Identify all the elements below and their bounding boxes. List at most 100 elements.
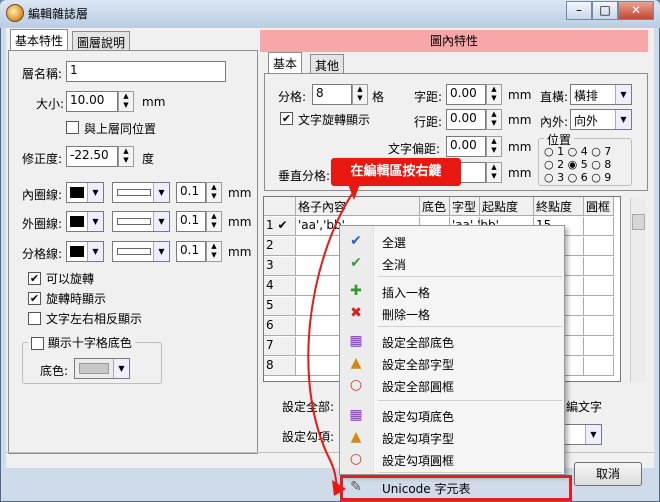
chevron-down-icon: ▼ <box>113 359 129 378</box>
char-spacing-spinner[interactable]: ▲ ▼ <box>486 84 502 105</box>
menu-item[interactable]: ✚ 插入一格 <box>340 280 564 302</box>
can-rotate-checkbox[interactable]: ✔ <box>28 272 41 285</box>
size-label: 大小: <box>36 97 65 111</box>
grid-scrollbar[interactable] <box>630 198 646 382</box>
divisions-input[interactable]: 8 <box>312 84 352 105</box>
inner-props-header: 圖內特性 <box>260 30 648 52</box>
size-unit: mm <box>142 95 166 109</box>
col-font[interactable]: 字型 <box>450 197 480 216</box>
cell-circle[interactable] <box>584 237 614 256</box>
menu-item[interactable]: ✔ 全消 <box>340 252 564 274</box>
check-all-icon: ✔ <box>350 233 362 249</box>
inner-unit: mm <box>228 186 252 200</box>
outer-line-style[interactable]: ▼ <box>112 211 170 232</box>
tab-other[interactable]: 其他 <box>310 54 345 74</box>
divider-line-style[interactable]: ▼ <box>112 241 170 262</box>
chevron-down-icon: ▼ <box>615 110 631 129</box>
cell-circle[interactable] <box>584 297 614 316</box>
layer-name-input[interactable]: 1 <box>66 61 226 82</box>
menu-item[interactable]: ▦ 設定勾項底色 <box>340 404 564 426</box>
divider-line-color[interactable]: ▼ <box>66 241 104 262</box>
col-bgcolor[interactable]: 底色 <box>420 197 450 216</box>
inner-line-color[interactable]: ▼ <box>66 182 104 203</box>
menu-item[interactable]: ✖ 刪除一格 <box>340 302 564 324</box>
bg-color-combo[interactable]: ▼ <box>74 358 130 379</box>
cell-circle[interactable] <box>584 257 614 276</box>
font-icon: ▲ <box>350 429 362 445</box>
set-checked-select[interactable]: ▼ <box>560 424 602 445</box>
menu-item[interactable]: ○ 設定勾項圓框 <box>340 448 564 470</box>
rotation-label: 修正度: <box>22 152 63 166</box>
inout-select[interactable]: 向外 ▼ <box>570 109 632 130</box>
outer-width-input[interactable]: 0.1 <box>176 211 206 232</box>
menu-separator <box>378 472 562 473</box>
cell-circle[interactable] <box>584 317 614 336</box>
line-spacing-input[interactable]: 0.00 <box>446 109 486 130</box>
inner-width-input[interactable]: 0.1 <box>176 182 206 203</box>
text-rotate-checkbox[interactable]: ✔ <box>280 112 293 125</box>
col-end[interactable]: 終點度 <box>534 197 584 216</box>
cell-circle[interactable] <box>584 357 614 376</box>
palette-icon: ▦ <box>349 407 363 423</box>
orientation-select[interactable]: 橫排 ▼ <box>570 84 632 105</box>
divisions-spinner[interactable]: ▲ ▼ <box>352 84 368 105</box>
chevron-down-icon: ▼ <box>87 242 103 261</box>
maximize-button[interactable]: □ <box>592 1 618 20</box>
rotate-show-label: 旋轉時顯示 <box>46 292 107 306</box>
color-swatch <box>79 363 109 374</box>
menu-item[interactable]: ▲ 設定勾項字型 <box>340 426 564 448</box>
cell-circle[interactable] <box>584 337 614 356</box>
minimize-button[interactable]: – <box>566 1 592 20</box>
rotation-spinner[interactable]: ▲ ▼ <box>118 146 134 167</box>
chevron-down-icon: ▼ <box>153 212 169 231</box>
scroll-thumb[interactable] <box>632 214 645 230</box>
app-icon <box>6 4 24 22</box>
tab-layer-desc[interactable]: 圖層說明 <box>72 31 131 51</box>
col-circle[interactable]: 圓框 <box>584 197 614 216</box>
line-spacing-spinner[interactable]: ▲ ▼ <box>486 109 502 130</box>
circle-icon: ○ <box>349 377 363 393</box>
cell-circle[interactable] <box>584 217 614 236</box>
cancel-button[interactable]: 取消 <box>574 462 642 486</box>
inner-width-spinner[interactable]: ▲ ▼ <box>206 182 222 203</box>
chevron-down-icon: ▼ <box>153 242 169 261</box>
menu-item[interactable]: ○ 設定全部圓框 <box>340 374 564 396</box>
menu-item[interactable]: ▲ 設定全部字型 <box>340 352 564 374</box>
chevron-down-icon: ▼ <box>615 85 631 104</box>
divider-line-label: 分格線: <box>22 247 63 261</box>
palette-icon: ▦ <box>349 333 363 349</box>
divider-width-spinner[interactable]: ▲ ▼ <box>206 241 222 262</box>
outer-width-spinner[interactable]: ▲ ▼ <box>206 211 222 232</box>
vert-div-spinner[interactable]: ▲ ▼ <box>486 162 502 183</box>
col-start[interactable]: 起點度 <box>480 197 534 216</box>
menu-item-label: 設定全部字型 <box>382 358 455 372</box>
cross-bg-checkbox[interactable] <box>31 337 44 350</box>
chevron-down-icon: ▼ <box>153 183 169 202</box>
highlight-box <box>340 475 572 501</box>
divider-width-input[interactable]: 0.1 <box>176 241 206 262</box>
color-swatch <box>70 216 84 227</box>
size-input[interactable]: 10.00 <box>66 91 118 112</box>
chevron-down-icon: ▼ <box>585 425 601 444</box>
position-radio-grid[interactable]: ○ 1 ○ 4 ○ 7 ○ 2 ◉ 5 ○ 8 ○ 3 ○ 6 ○ 9 <box>544 145 611 184</box>
menu-item-label: 刪除一格 <box>382 308 431 322</box>
char-spacing-input[interactable]: 0.00 <box>446 84 486 105</box>
tab-basic-props[interactable]: 基本特性 <box>10 29 69 51</box>
same-pos-checkbox[interactable] <box>66 121 79 134</box>
text-reverse-checkbox[interactable] <box>28 312 41 325</box>
size-spinner[interactable]: ▲ ▼ <box>118 91 134 112</box>
text-offset-spinner[interactable]: ▲ ▼ <box>486 136 502 157</box>
cell-circle[interactable] <box>584 277 614 296</box>
inout-value: 向外 <box>574 114 599 128</box>
menu-item-label: 設定全部底色 <box>382 336 455 350</box>
rotation-input[interactable]: -22.50 <box>66 146 118 167</box>
inner-line-label: 內圈線: <box>22 188 63 202</box>
rotate-show-checkbox[interactable]: ✔ <box>28 292 41 305</box>
menu-item[interactable]: ✔ 全選 <box>340 230 564 252</box>
inner-line-style[interactable]: ▼ <box>112 182 170 203</box>
tab-basic[interactable]: 基本 <box>268 52 303 74</box>
text-offset-input[interactable]: 0.00 <box>446 136 486 157</box>
menu-item[interactable]: ▦ 設定全部底色 <box>340 330 564 352</box>
outer-line-color[interactable]: ▼ <box>66 211 104 232</box>
close-button[interactable]: ✕ <box>618 1 654 20</box>
